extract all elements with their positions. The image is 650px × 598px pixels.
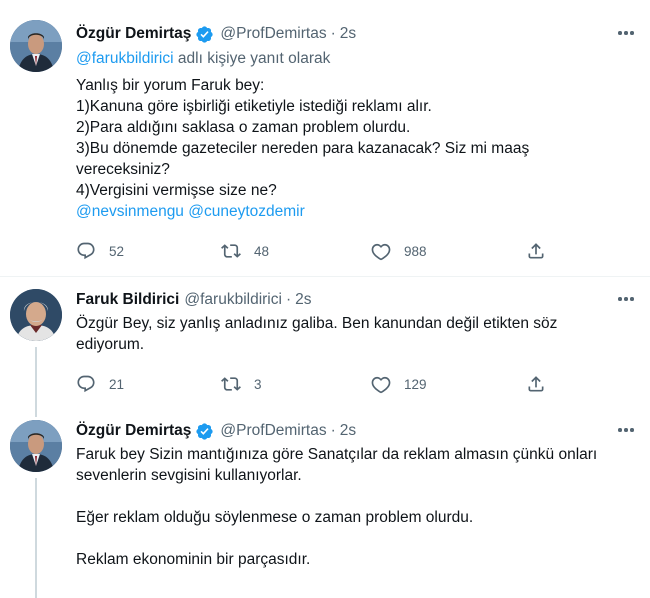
reply-count: 21	[109, 376, 125, 392]
mention-link[interactable]: @nevsinmengu	[76, 203, 184, 220]
tweet-1[interactable]: Özgür Demirtaş @ProfDemirtas · 2s @faruk…	[0, 0, 650, 272]
author-name[interactable]: Özgür Demirtaş	[76, 25, 191, 43]
tweet-header: Özgür Demirtaş @ProfDemirtas · 2s	[76, 420, 638, 442]
tweet-text: Özgür Bey, siz yanlış anladınız galiba. …	[76, 313, 638, 355]
reply-mention[interactable]: @farukbildirici	[76, 50, 174, 67]
like-count: 129	[404, 376, 427, 392]
author-name[interactable]: Faruk Bildirici	[76, 291, 179, 309]
tweet-2[interactable]: Faruk Bildirici @farukbildirici · 2s Özg…	[0, 277, 650, 417]
separator-dot: ·	[285, 291, 292, 308]
retweet-icon	[221, 244, 241, 258]
reply-count: 52	[109, 243, 125, 259]
tweet-line: 2)Para aldığını saklasa o zaman problem …	[76, 119, 411, 136]
like-icon	[371, 243, 391, 261]
tweet-3[interactable]: Özgür Demirtaş @ProfDemirtas · 2s Faruk …	[0, 408, 650, 598]
avatar[interactable]	[10, 289, 62, 341]
share-button[interactable]	[526, 240, 546, 262]
retweet-count: 48	[254, 243, 270, 259]
action-bar: 52 48 988	[76, 240, 546, 262]
action-bar: 21 3 129	[76, 373, 546, 395]
retweet-button[interactable]: 3	[221, 373, 262, 395]
reply-button[interactable]: 21	[76, 373, 124, 395]
avatar[interactable]	[10, 20, 62, 72]
tweet-line: Eğer reklam olduğu söylenmese o zaman pr…	[76, 509, 474, 526]
tweet-line	[76, 528, 638, 549]
share-button[interactable]	[526, 373, 546, 395]
separator-dot: ·	[330, 422, 336, 439]
retweet-icon	[221, 377, 241, 391]
reply-icon	[77, 375, 95, 393]
mention-link[interactable]: @cuneytozdemir	[188, 203, 305, 220]
like-icon	[371, 376, 391, 394]
tweet-text: Yanlış bir yorum Faruk bey: 1)Kanuna gör…	[76, 75, 638, 222]
tweet-line: sevenlerin sevgisini kullanıyorlar.	[76, 467, 302, 484]
timestamp[interactable]: 2s	[340, 422, 356, 440]
author-handle[interactable]: @farukbildirici	[184, 291, 282, 309]
retweet-count: 3	[254, 376, 262, 392]
timestamp[interactable]: 2s	[340, 25, 356, 43]
tweet-line: Reklam ekonominin bir parçasıdır.	[76, 551, 311, 568]
like-count: 988	[404, 243, 427, 259]
retweet-button[interactable]: 48	[221, 240, 269, 262]
author-handle[interactable]: @ProfDemirtas	[220, 25, 326, 43]
tweet-line	[76, 486, 638, 507]
tweet-header: Özgür Demirtaş @ProfDemirtas · 2s	[76, 23, 638, 45]
verified-badge-icon	[195, 25, 214, 44]
separator-dot: ·	[330, 25, 336, 42]
tweet-line: Özgür Bey, siz yanlış anladınız galiba. …	[76, 315, 558, 332]
author-name[interactable]: Özgür Demirtaş	[76, 422, 191, 440]
mentions-line: @nevsinmengu @cuneytozdemir	[76, 201, 638, 222]
timestamp[interactable]: 2s	[295, 291, 311, 309]
thread-line	[35, 347, 37, 417]
verified-badge-icon	[195, 422, 214, 441]
reply-context-text: adlı kişiye yanıt olarak	[177, 50, 331, 67]
share-icon	[528, 376, 544, 392]
tweet-line: 4)Vergisini vermişse size ne?	[76, 182, 277, 199]
tweet-line: 3)Bu dönemde gazeteciler nereden para ka…	[76, 140, 530, 157]
reply-context: @farukbildirici adlı kişiye yanıt olarak	[76, 48, 638, 69]
tweet-line: Yanlış bir yorum Faruk bey:	[76, 77, 265, 94]
tweet-text: Faruk bey Sizin mantığınıza göre Sanatçı…	[76, 444, 638, 570]
more-icon[interactable]	[616, 289, 636, 309]
tweet-line: Faruk bey Sizin mantığınıza göre Sanatçı…	[76, 446, 598, 463]
tweet-line: 1)Kanuna göre işbirliği etiketiyle isted…	[76, 98, 432, 115]
tweet-line: ediyorum.	[76, 336, 145, 353]
like-button[interactable]: 129	[371, 373, 427, 395]
avatar[interactable]	[10, 420, 62, 472]
author-handle[interactable]: @ProfDemirtas	[220, 422, 326, 440]
thread-line	[35, 478, 37, 598]
tweet-line: vereceksiniz?	[76, 161, 170, 178]
tweet-header: Faruk Bildirici @farukbildirici · 2s	[76, 289, 638, 311]
more-icon[interactable]	[616, 420, 636, 440]
like-button[interactable]: 988	[371, 240, 427, 262]
reply-button[interactable]: 52	[76, 240, 124, 262]
reply-icon	[77, 242, 95, 260]
share-icon	[528, 243, 544, 259]
more-icon[interactable]	[616, 23, 636, 43]
